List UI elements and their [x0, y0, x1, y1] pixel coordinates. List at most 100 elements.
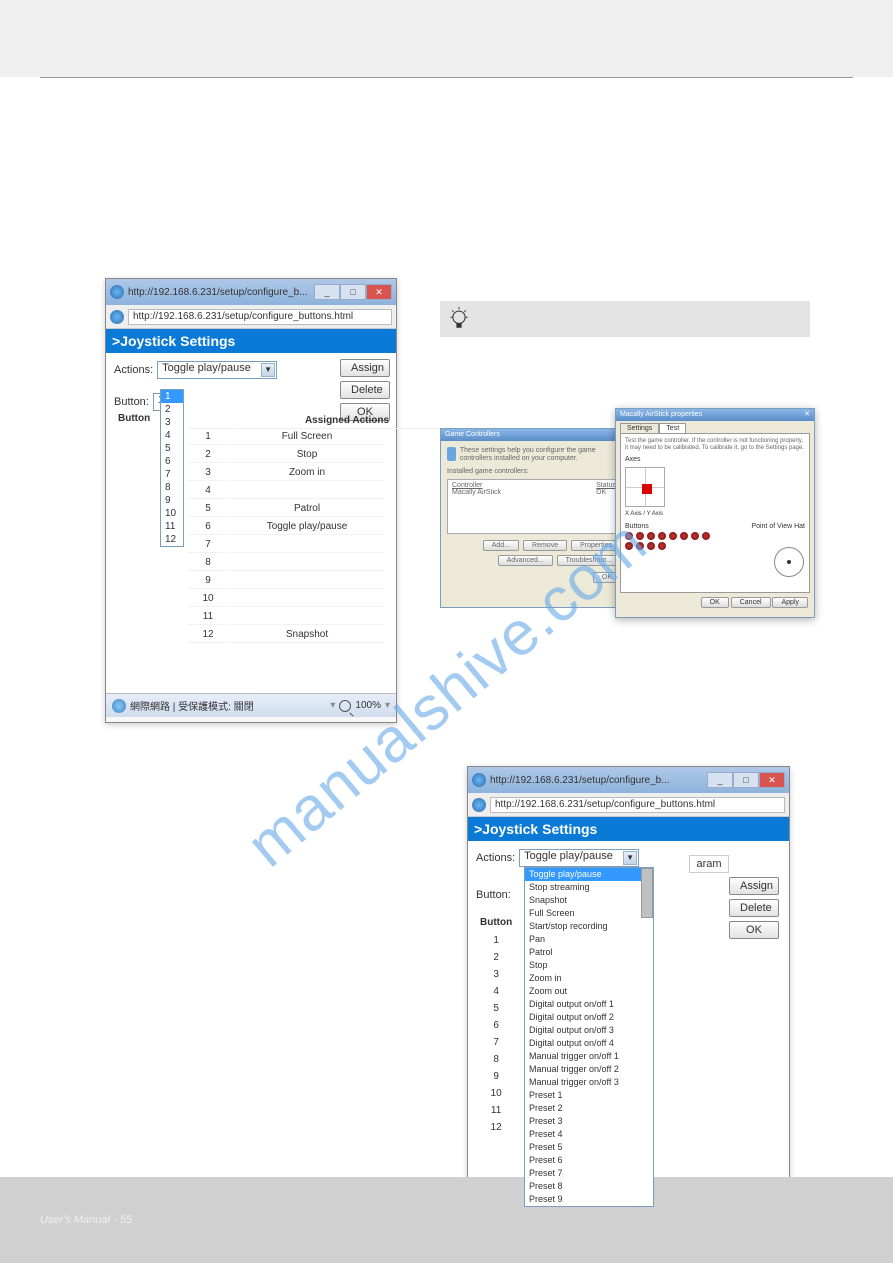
assigned-actions-rows: 1Full Screen 2Stop 3Zoom in 4 5Patrol 6T…	[186, 427, 386, 645]
page-header	[0, 0, 893, 77]
dropdown-item[interactable]: Preset 7	[525, 1167, 653, 1180]
actions-select[interactable]: Toggle play/pause ▼	[519, 849, 639, 867]
zoom-control[interactable]: ▾ 100% ▾	[330, 700, 390, 712]
dropdown-item[interactable]: Preset 3	[525, 1115, 653, 1128]
dropdown-item[interactable]: Preset 10	[525, 1206, 653, 1207]
dropdown-item[interactable]: Digital output on/off 4	[525, 1037, 653, 1050]
close-icon[interactable]: ✕	[804, 409, 810, 421]
actions-selected: Toggle play/pause	[524, 850, 613, 862]
assign-button[interactable]: Assign	[729, 877, 779, 895]
button-number-column: Button 1 2 3 4 5 6 7 8 9 10 11 12	[480, 917, 512, 1136]
tab-settings[interactable]: Settings	[620, 423, 659, 433]
dropdown-item[interactable]: 1	[161, 390, 183, 403]
dropdown-item[interactable]: Zoom in	[525, 972, 653, 985]
panel-title: Joystick Settings	[120, 333, 235, 349]
assign-button[interactable]: Assign	[340, 359, 390, 377]
dropdown-item[interactable]: Start/stop recording	[525, 920, 653, 933]
button-indicators	[625, 542, 805, 550]
dialog-title: Macally AirStick properties ✕	[616, 409, 814, 421]
delete-button[interactable]: Delete	[340, 381, 390, 399]
dropdown-item[interactable]: Toggle play/pause	[525, 868, 653, 881]
close-button[interactable]: ✕	[759, 772, 785, 788]
dropdown-item[interactable]: 3	[161, 416, 183, 429]
remove-button[interactable]: Remove	[523, 540, 567, 551]
dropdown-item[interactable]: 12	[161, 533, 183, 546]
chevron-down-icon[interactable]: ▼	[261, 363, 275, 377]
scrollbar-thumb[interactable]	[641, 868, 653, 918]
dropdown-item[interactable]: Pan	[525, 933, 653, 946]
tab-test[interactable]: Test	[659, 423, 686, 433]
row-num: 8	[480, 1051, 512, 1068]
row-num: 6	[188, 519, 228, 535]
button-dot	[658, 542, 666, 550]
dropdown-item[interactable]: 5	[161, 442, 183, 455]
status-text: 網際網路 | 受保護模式: 關閉	[130, 698, 254, 713]
row-action: Zoom in	[230, 465, 384, 481]
zoom-icon	[339, 700, 351, 712]
dropdown-item[interactable]: Preset 4	[525, 1128, 653, 1141]
minimize-button[interactable]: _	[314, 284, 340, 300]
dropdown-item[interactable]: Zoom out	[525, 985, 653, 998]
dropdown-item[interactable]: Full Screen	[525, 907, 653, 920]
dropdown-item[interactable]: Digital output on/off 2	[525, 1011, 653, 1024]
maximize-button[interactable]: □	[340, 284, 366, 300]
titlebar: http://192.168.6.231/setup/configure_b..…	[468, 767, 789, 793]
pov-hat	[774, 547, 804, 577]
dropdown-item[interactable]: 9	[161, 494, 183, 507]
row-num: 9	[188, 573, 228, 589]
dropdown-item[interactable]: Patrol	[525, 946, 653, 959]
row-action: Snapshot	[230, 627, 384, 643]
address-input[interactable]: http://192.168.6.231/setup/configure_but…	[128, 309, 392, 325]
properties-button[interactable]: Properties	[571, 540, 621, 551]
panel-header: >Joystick Settings	[468, 817, 789, 841]
close-button[interactable]: ✕	[366, 284, 392, 300]
dropdown-item[interactable]: Stop streaming	[525, 881, 653, 894]
dropdown-item[interactable]: Manual trigger on/off 3	[525, 1076, 653, 1089]
ie-icon	[472, 798, 486, 812]
dropdown-item[interactable]: Manual trigger on/off 1	[525, 1050, 653, 1063]
dropdown-item[interactable]: 4	[161, 429, 183, 442]
dropdown-item[interactable]: Preset 1	[525, 1089, 653, 1102]
actions-select[interactable]: Toggle play/pause ▼	[157, 361, 277, 379]
dropdown-item[interactable]: 7	[161, 468, 183, 481]
cancel-button[interactable]: Cancel	[731, 597, 771, 608]
controller-name: Macally AirStick	[452, 489, 501, 496]
dropdown-item[interactable]: 6	[161, 455, 183, 468]
dropdown-item[interactable]: Snapshot	[525, 894, 653, 907]
actions-dropdown[interactable]: Toggle play/pause Stop streaming Snapsho…	[524, 867, 654, 1207]
delete-button[interactable]: Delete	[729, 899, 779, 917]
address-input[interactable]: http://192.168.6.231/setup/configure_but…	[490, 797, 785, 813]
controller-list[interactable]: Controller Macally AirStick Status OK	[447, 479, 621, 534]
dropdown-item[interactable]: Preset 5	[525, 1141, 653, 1154]
dialog-title: Game Controllers	[441, 429, 627, 441]
troubleshoot-button[interactable]: Troubleshoot...	[557, 555, 621, 566]
pov-label: Point of View Hat	[751, 523, 805, 530]
dropdown-item[interactable]: Digital output on/off 3	[525, 1024, 653, 1037]
lightbulb-icon	[448, 305, 470, 333]
dropdown-item[interactable]: Preset 9	[525, 1193, 653, 1206]
controller-properties-dialog: Macally AirStick properties ✕ Settings T…	[615, 408, 815, 618]
dropdown-item[interactable]: 11	[161, 520, 183, 533]
dropdown-item[interactable]: 10	[161, 507, 183, 520]
dropdown-item[interactable]: Digital output on/off 1	[525, 998, 653, 1011]
apply-button[interactable]: Apply	[772, 597, 808, 608]
dropdown-item[interactable]: Preset 8	[525, 1180, 653, 1193]
chevron-down-icon[interactable]: ▼	[623, 851, 637, 865]
row-action	[230, 609, 384, 625]
dropdown-item[interactable]: Stop	[525, 959, 653, 972]
button-dropdown[interactable]: 1 2 3 4 5 6 7 8 9 10 11 12	[160, 389, 184, 547]
dropdown-item[interactable]: 2	[161, 403, 183, 416]
dropdown-item[interactable]: 8	[161, 481, 183, 494]
dropdown-item[interactable]: Manual trigger on/off 2	[525, 1063, 653, 1076]
minimize-button[interactable]: _	[707, 772, 733, 788]
dropdown-item[interactable]: Preset 6	[525, 1154, 653, 1167]
advanced-button[interactable]: Advanced...	[498, 555, 553, 566]
button-dot	[625, 532, 633, 540]
add-button[interactable]: Add...	[483, 540, 519, 551]
titlebar: http://192.168.6.231/setup/configure_b..…	[106, 279, 396, 305]
ok-button[interactable]: OK	[729, 921, 779, 939]
maximize-button[interactable]: □	[733, 772, 759, 788]
ok-button[interactable]: OK	[701, 597, 729, 608]
row-num: 4	[480, 983, 512, 1000]
dropdown-item[interactable]: Preset 2	[525, 1102, 653, 1115]
